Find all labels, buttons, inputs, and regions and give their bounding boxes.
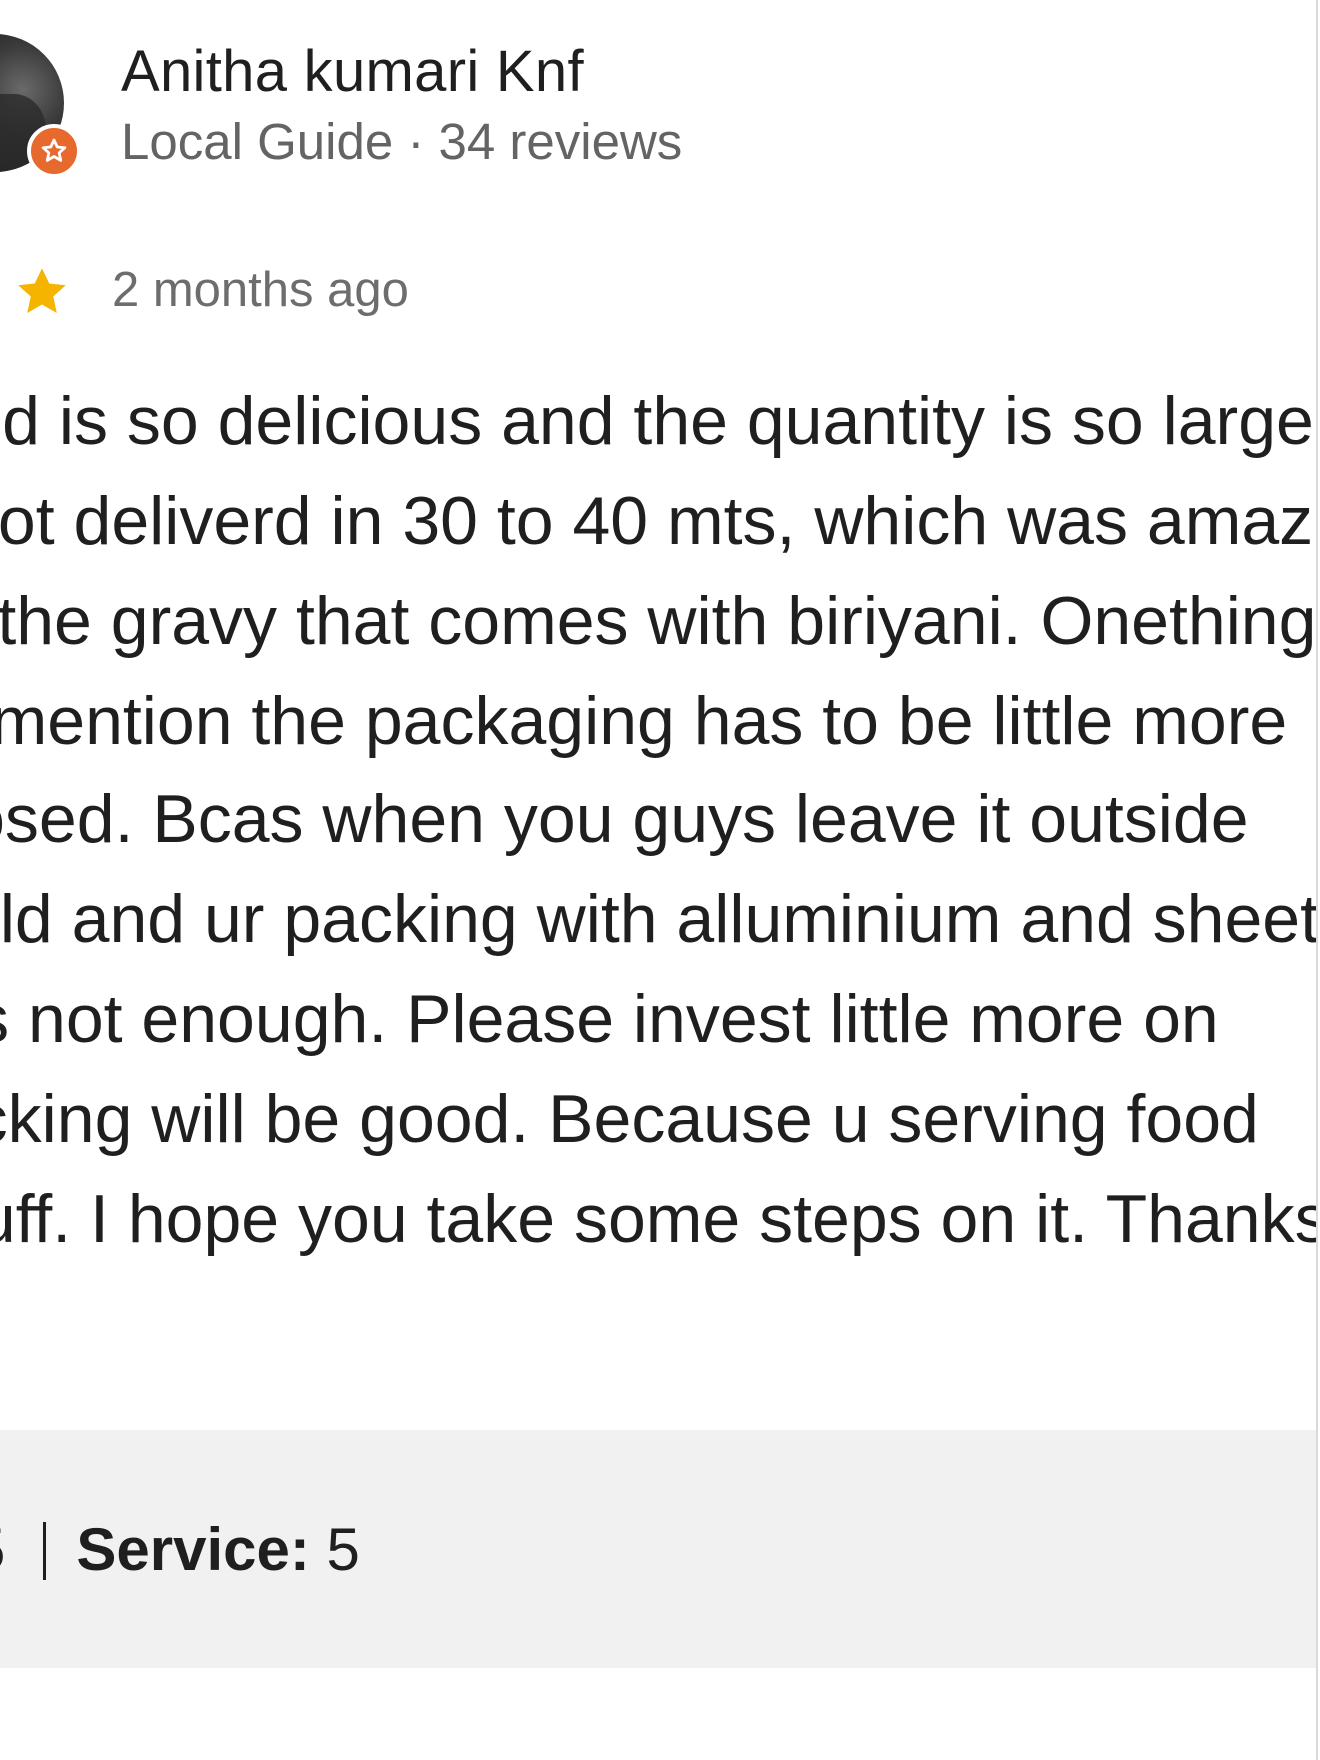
sub-ratings: 5Service: 5 xyxy=(0,1512,360,1588)
sub-rating-value: 5 xyxy=(0,1516,5,1583)
review-time: 2 months ago xyxy=(112,263,409,317)
local-guide-badge-icon xyxy=(27,124,81,178)
review-line: stuff. I hope you take some steps on it.… xyxy=(0,1181,1316,1257)
review-text: Food is so delicious and the quantity is… xyxy=(0,372,1316,1372)
rating-star-icon xyxy=(0,268,10,324)
rating-star-icon xyxy=(12,262,72,322)
review-line: Food is so delicious and the quantity is… xyxy=(0,383,1314,459)
star-icon xyxy=(41,138,67,162)
review-line: to mention the packaging has to be littl… xyxy=(0,683,1288,759)
review-line: cold and ur packing with alluminium and … xyxy=(0,881,1316,957)
review-line: closed. Bcas when you guys leave it outs… xyxy=(0,781,1249,857)
review-line: packing will be good. Because u serving … xyxy=(0,1081,1259,1157)
review-line: Got deliverd in 30 to 40 mts, which was … xyxy=(0,483,1316,559)
scroll-edge xyxy=(1316,0,1318,1760)
reviewer-meta: Local Guide · 34 reviews xyxy=(121,113,683,170)
service-label: Service: xyxy=(76,1516,310,1583)
service-value: 5 xyxy=(326,1516,360,1583)
divider xyxy=(43,1522,47,1580)
review-line: is not enough. Please invest little more… xyxy=(0,981,1219,1057)
review-card: Anitha kumari Knf Local Guide · 34 revie… xyxy=(0,0,1320,1760)
review-line: and the gravy that comes with biriyani. … xyxy=(0,583,1316,659)
reviewer-name[interactable]: Anitha kumari Knf xyxy=(121,36,584,108)
